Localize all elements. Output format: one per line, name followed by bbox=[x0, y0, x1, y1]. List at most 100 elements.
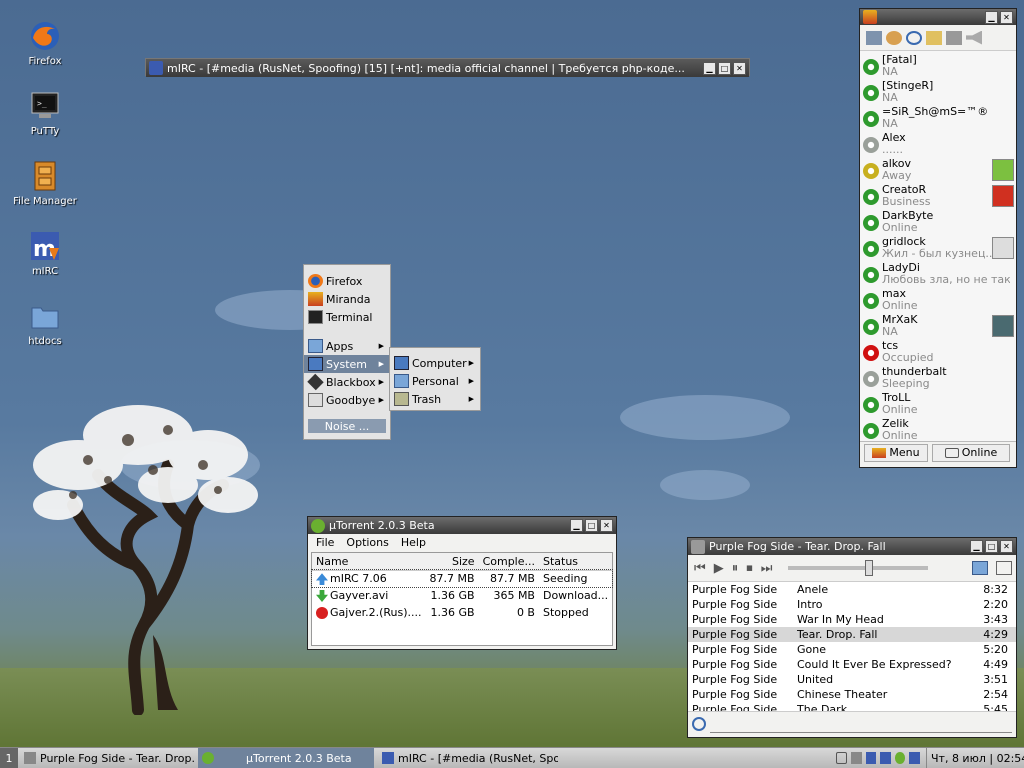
player-icon[interactable] bbox=[850, 752, 862, 764]
close-button[interactable]: ✕ bbox=[733, 61, 746, 75]
sound-icon[interactable] bbox=[966, 30, 982, 45]
contact-item[interactable]: thunderbalt Sleeping bbox=[860, 365, 1016, 391]
minimize-button[interactable]: ▁ bbox=[985, 10, 998, 24]
contact-name: LadyDi bbox=[882, 261, 920, 274]
contact-item[interactable]: [StingeR] NA bbox=[860, 79, 1016, 105]
column-header-name[interactable]: Name bbox=[312, 553, 426, 570]
playlist-item[interactable]: Purple Fog Side Intro 2:20 bbox=[688, 597, 1016, 612]
tools-icon[interactable] bbox=[946, 30, 962, 45]
utorrent-titlebar[interactable]: µTorrent 2.0.3 Beta ▁ □ ✕ bbox=[308, 517, 616, 534]
menu-file[interactable]: File bbox=[316, 536, 334, 549]
previous-icon[interactable]: ⏮ bbox=[694, 561, 706, 576]
desktop-icon-firefox[interactable]: Firefox bbox=[5, 20, 85, 67]
playlist-item[interactable]: Purple Fog Side Could It Ever Be Expresse… bbox=[688, 657, 1016, 672]
close-button[interactable]: ✕ bbox=[1000, 540, 1013, 553]
playlist-item[interactable]: Purple Fog Side Gone 5:20 bbox=[688, 642, 1016, 657]
menu-item-blackbox[interactable]: Blackbox ▶ bbox=[304, 373, 390, 391]
playlist-item[interactable]: Purple Fog Side Anele 8:32 bbox=[688, 582, 1016, 597]
miranda-window[interactable]: ▁ ✕ [Fatal] NA [StingeR] NA =SiR_Sh@mS=™® NA A… bbox=[859, 8, 1017, 468]
contact-item[interactable]: [Fatal] NA bbox=[860, 53, 1016, 79]
task-player[interactable]: Purple Fog Side - Tear. Drop. ... bbox=[20, 748, 196, 768]
chat-bubble-icon[interactable] bbox=[836, 752, 847, 764]
stop-icon[interactable]: ⏹ bbox=[746, 561, 753, 576]
main-menu-button[interactable]: Menu bbox=[864, 443, 928, 462]
playlist-item[interactable]: Purple Fog Side United 3:51 bbox=[688, 672, 1016, 687]
maximize-button[interactable]: □ bbox=[985, 540, 998, 553]
maximize-button[interactable]: □ bbox=[585, 519, 598, 532]
play-icon[interactable]: ▶ bbox=[714, 561, 724, 576]
menu-item-apps[interactable]: Apps ▶ bbox=[304, 337, 390, 355]
utorrent-icon[interactable] bbox=[894, 752, 906, 764]
playlist-item[interactable]: Purple Fog Side Chinese Theater 2:54 bbox=[688, 687, 1016, 702]
track-duration: 4:29 bbox=[983, 628, 1008, 641]
minimize-button[interactable]: ▁ bbox=[570, 519, 583, 532]
utorrent-window[interactable]: µTorrent 2.0.3 Beta ▁ □ ✕ File Options H… bbox=[307, 516, 617, 650]
close-button[interactable]: ✕ bbox=[600, 519, 613, 532]
contact-item[interactable]: LadyDi Любовь зла, но не так... bbox=[860, 261, 1016, 287]
menu-options[interactable]: Options bbox=[346, 536, 388, 549]
mirc-window[interactable]: mIRC - [#media (RusNet, Spoofing) [15] [… bbox=[145, 58, 750, 77]
player-titlebar[interactable]: Purple Fog Side - Tear. Drop. Fall ▁ □ ✕ bbox=[688, 538, 1016, 555]
miranda-titlebar[interactable]: ▁ ✕ bbox=[860, 9, 1016, 25]
contact-item[interactable]: tcs Occupied bbox=[860, 339, 1016, 365]
contact-item[interactable]: Alex...... bbox=[860, 131, 1016, 157]
player-window[interactable]: Purple Fog Side - Tear. Drop. Fall ▁ □ ✕… bbox=[687, 537, 1017, 738]
column-header-status[interactable]: Status bbox=[539, 553, 612, 570]
menu-item-system[interactable]: System ▶ bbox=[304, 355, 390, 373]
mirc-icon[interactable] bbox=[909, 752, 921, 764]
mirc-icon[interactable] bbox=[865, 752, 877, 764]
column-header-size[interactable]: Size bbox=[426, 553, 479, 570]
contact-item[interactable]: MrXaK NA bbox=[860, 313, 1016, 339]
menu-noise-footer[interactable]: Noise ... bbox=[308, 419, 386, 433]
list-icon[interactable] bbox=[866, 30, 882, 45]
clock[interactable]: Чт, 8 июл | 02:54 bbox=[926, 748, 1024, 768]
volume-slider[interactable] bbox=[788, 560, 929, 576]
minimize-button[interactable]: ▁ bbox=[703, 61, 716, 75]
next-icon[interactable]: ⏭ bbox=[761, 561, 773, 576]
desktop-icon-mirc[interactable]: m mIRC bbox=[5, 230, 85, 277]
column-header-completed[interactable]: Comple... bbox=[479, 553, 539, 570]
mirc-titlebar[interactable]: mIRC - [#media (RusNet, Spoofing) [15] [… bbox=[146, 59, 749, 77]
contact-item[interactable]: Zelik Online bbox=[860, 417, 1016, 441]
slider-handle[interactable] bbox=[865, 560, 874, 576]
task-mirc[interactable]: mIRC - [#media (RusNet, Spo... bbox=[378, 748, 558, 768]
table-row[interactable]: Gayver.avi 1.36 GB 365 MB Download... bbox=[312, 587, 612, 604]
users-icon[interactable] bbox=[886, 30, 902, 45]
desktop-icon-htdocs[interactable]: htdocs bbox=[5, 300, 85, 347]
table-row[interactable]: mIRC 7.06 87.7 MB 87.7 MB Seeding bbox=[310, 569, 614, 588]
playlist-item[interactable]: Purple Fog Side Tear. Drop. Fall 4:29 bbox=[688, 627, 1016, 642]
workspace-indicator[interactable]: 1 bbox=[0, 748, 18, 768]
menu-help[interactable]: Help bbox=[401, 536, 426, 549]
contact-item[interactable]: DarkByte Online bbox=[860, 209, 1016, 235]
menu-item-firefox[interactable]: Firefox bbox=[304, 272, 390, 290]
contact-item[interactable]: max Online bbox=[860, 287, 1016, 313]
pause-icon[interactable]: ⏸ bbox=[732, 561, 739, 576]
close-button[interactable]: ✕ bbox=[1000, 10, 1013, 24]
menu-item-terminal[interactable]: Terminal bbox=[304, 308, 390, 326]
playlist-item[interactable]: Purple Fog Side The Dark... 5:45 bbox=[688, 702, 1016, 711]
menu-item-goodbye[interactable]: Goodbye ▶ bbox=[304, 391, 390, 409]
minimize-button[interactable]: ▁ bbox=[970, 540, 983, 553]
contact-card-icon[interactable] bbox=[926, 30, 942, 45]
folder-icon[interactable] bbox=[972, 561, 988, 575]
contact-item[interactable]: gridlock Жил - был кузнец... bbox=[860, 235, 1016, 261]
contact-item[interactable]: =SiR_Sh@mS=™® NA bbox=[860, 105, 1016, 131]
mirc-icon[interactable] bbox=[880, 752, 891, 764]
playlist-item[interactable]: Purple Fog Side War In My Head 3:43 bbox=[688, 612, 1016, 627]
task-utorrent[interactable]: µTorrent 2.0.3 Beta bbox=[198, 748, 374, 768]
desktop-icon-putty[interactable]: >_ PuTTy bbox=[5, 90, 85, 137]
window-mode-icon[interactable] bbox=[996, 561, 1012, 575]
search-input[interactable] bbox=[710, 715, 1012, 733]
contact-item[interactable]: CreatoR Business bbox=[860, 183, 1016, 209]
contact-item[interactable]: alkov Away bbox=[860, 157, 1016, 183]
table-row[interactable]: Gajver.2.(Rus).... 1.36 GB 0 B Stopped bbox=[312, 604, 612, 621]
desktop-icon-file-manager[interactable]: File Manager bbox=[5, 160, 85, 207]
menu-item-computer[interactable]: Computer ▶ bbox=[390, 354, 480, 372]
menu-item-trash[interactable]: Trash ▶ bbox=[390, 390, 480, 408]
search-icon[interactable] bbox=[906, 30, 922, 45]
contact-item[interactable]: TroLL Online bbox=[860, 391, 1016, 417]
maximize-button[interactable]: □ bbox=[718, 61, 731, 75]
status-button[interactable]: Online bbox=[932, 443, 1010, 462]
menu-item-miranda[interactable]: Miranda bbox=[304, 290, 390, 308]
menu-item-personal[interactable]: Personal ▶ bbox=[390, 372, 480, 390]
